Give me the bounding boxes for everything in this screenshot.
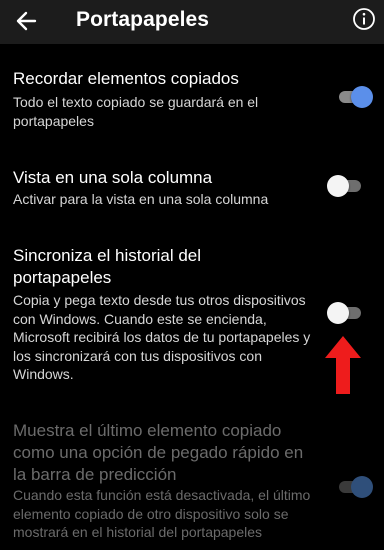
sync-clipboard-toggle[interactable] — [327, 301, 367, 325]
red-arrow-up-icon — [325, 336, 361, 394]
toggle-knob — [327, 302, 349, 324]
toggle-knob — [327, 175, 349, 197]
setting-label: Vista en una sola columna — [13, 168, 213, 187]
app-bar: Portapapeles — [0, 0, 384, 44]
single-column-toggle[interactable] — [327, 174, 367, 198]
setting-remember-copied[interactable]: Recordar elementos copiados Todo el text… — [0, 66, 384, 136]
arrow-left-icon — [16, 11, 37, 31]
info-button[interactable] — [350, 5, 378, 33]
setting-description: Cuando esta función está desactivada, el… — [13, 487, 311, 540]
info-circle-icon — [353, 8, 375, 30]
setting-label: Recordar elementos copiados — [13, 69, 239, 88]
back-button[interactable] — [10, 6, 42, 36]
setting-label: Sincroniza el historial del portapapeles — [13, 246, 202, 287]
setting-single-column[interactable]: Vista en una sola columna Activar para l… — [0, 166, 384, 216]
toggle-knob — [351, 476, 373, 498]
setting-description: Todo el texto copiado se guardará en el … — [13, 94, 259, 129]
page-title: Portapapeles — [76, 8, 210, 31]
setting-description: Copia y pega texto desde tus otros dispo… — [13, 292, 311, 382]
setting-description: Activar para la vista en una sola column… — [13, 191, 269, 207]
last-copied-prediction-toggle — [333, 475, 373, 499]
toggle-knob — [351, 86, 373, 108]
setting-label: Muestra el último elemento copiado como … — [13, 421, 304, 484]
remember-copied-toggle[interactable] — [333, 85, 373, 109]
setting-last-copied-prediction: Muestra el último elemento copiado como … — [0, 420, 384, 550]
